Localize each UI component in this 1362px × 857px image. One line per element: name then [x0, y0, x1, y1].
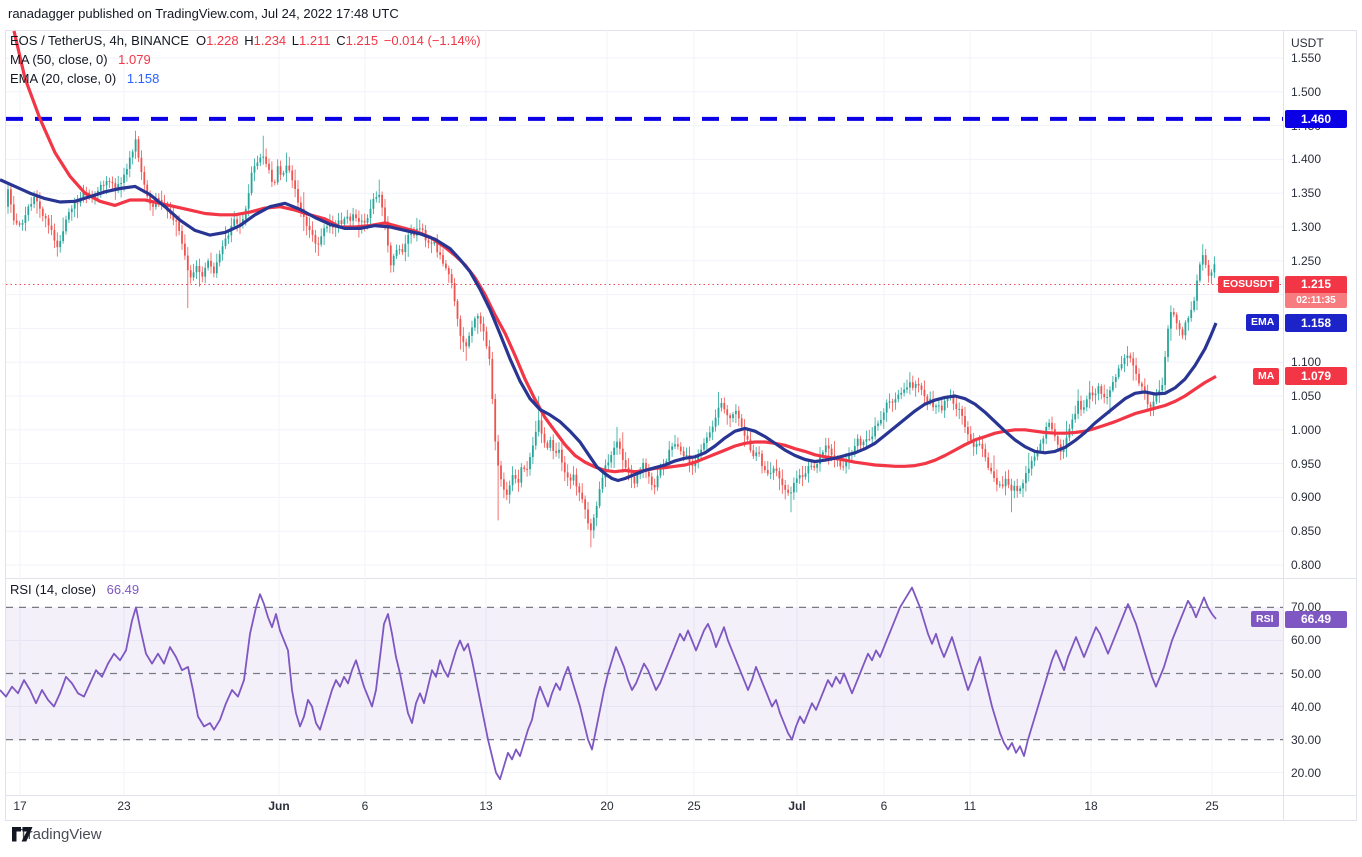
price-tick-label: 0.800: [1291, 558, 1321, 572]
symbol-legend-row[interactable]: EOS / TetherUS, 4h, BINANCE O1.228 H1.234…: [10, 33, 481, 48]
rsi-value-badge[interactable]: 66.49: [1285, 611, 1347, 628]
rsi-chart-canvas[interactable]: [0, 578, 1283, 795]
price-scale-unit: USDT: [1291, 36, 1324, 50]
time-tick-label: 6: [881, 799, 888, 813]
time-tick-label: 23: [117, 799, 130, 813]
ema-legend-label: EMA (20, close, 0): [10, 71, 116, 86]
level-price-badge[interactable]: 1.460: [1285, 110, 1347, 128]
last-price-value: 1.215: [1285, 276, 1347, 293]
rsi-legend-value: 66.49: [107, 582, 140, 597]
rsi-tick-label: 20.00: [1291, 766, 1321, 780]
time-tick-label: Jun: [268, 799, 289, 813]
frame-bottom-line: [5, 820, 1357, 821]
tradingview-logo-icon: [12, 827, 33, 842]
price-scale-separator: [1283, 30, 1284, 820]
last-price-badge[interactable]: 1.215 02:11:35: [1285, 276, 1347, 308]
symbol-tag-badge[interactable]: EOSUSDT: [1218, 276, 1279, 293]
rsi-tag-badge[interactable]: RSI: [1251, 611, 1279, 627]
tradingview-logo[interactable]: TradingView: [12, 826, 102, 843]
ema-price-badge[interactable]: 1.158: [1285, 314, 1347, 332]
tradingview-chart-snapshot: ranadagger published on TradingView.com,…: [0, 0, 1362, 857]
price-chart-canvas[interactable]: [0, 30, 1283, 578]
price-tick-label: 1.500: [1291, 85, 1321, 99]
rsi-tick-label: 30.00: [1291, 733, 1321, 747]
time-tick-label: 25: [1205, 799, 1218, 813]
time-tick-label: 13: [479, 799, 492, 813]
price-tick-label: 1.400: [1291, 152, 1321, 166]
price-tick-label: 1.350: [1291, 186, 1321, 200]
ma-price-badge[interactable]: 1.079: [1285, 367, 1347, 385]
price-tick-label: 1.000: [1291, 423, 1321, 437]
ma-legend-row[interactable]: MA (50, close, 0) 1.079: [10, 52, 151, 67]
price-tick-label: 1.250: [1291, 254, 1321, 268]
ma-legend-label: MA (50, close, 0): [10, 52, 108, 67]
publish-header: ranadagger published on TradingView.com,…: [8, 6, 399, 21]
rsi-legend-row[interactable]: RSI (14, close) 66.49: [10, 582, 139, 597]
time-axis-separator: [5, 795, 1357, 796]
rsi-tick-label: 40.00: [1291, 700, 1321, 714]
time-tick-label: 20: [600, 799, 613, 813]
ema-legend-row[interactable]: EMA (20, close, 0) 1.158: [10, 71, 159, 86]
frame-right-line: [1356, 30, 1357, 820]
rsi-legend-label: RSI (14, close): [10, 582, 96, 597]
price-tick-label: 1.300: [1291, 220, 1321, 234]
time-tick-label: 11: [964, 799, 976, 813]
ema-tag-badge[interactable]: EMA: [1246, 314, 1279, 331]
price-tick-label: 1.050: [1291, 389, 1321, 403]
price-tick-label: 0.950: [1291, 457, 1321, 471]
symbol-title: EOS / TetherUS, 4h, BINANCE: [10, 33, 189, 48]
time-tick-label: 25: [687, 799, 700, 813]
price-tick-label: 0.850: [1291, 524, 1321, 538]
price-tick-label: 1.550: [1291, 51, 1321, 65]
ohlc-values: O1.228 H1.234 L1.211 C1.215 −0.014 (−1.1…: [196, 33, 481, 48]
time-tick-label: 6: [362, 799, 369, 813]
time-tick-label: Jul: [788, 799, 805, 813]
ma-legend-value: 1.079: [118, 52, 151, 67]
ema-legend-value: 1.158: [127, 71, 160, 86]
ma-tag-badge[interactable]: MA: [1253, 368, 1279, 385]
time-tick-label: 18: [1084, 799, 1097, 813]
time-tick-label: 17: [13, 799, 26, 813]
rsi-tick-label: 50.00: [1291, 667, 1321, 681]
price-tick-label: 0.900: [1291, 490, 1321, 504]
bar-countdown: 02:11:35: [1285, 293, 1347, 308]
rsi-tick-label: 60.00: [1291, 633, 1321, 647]
